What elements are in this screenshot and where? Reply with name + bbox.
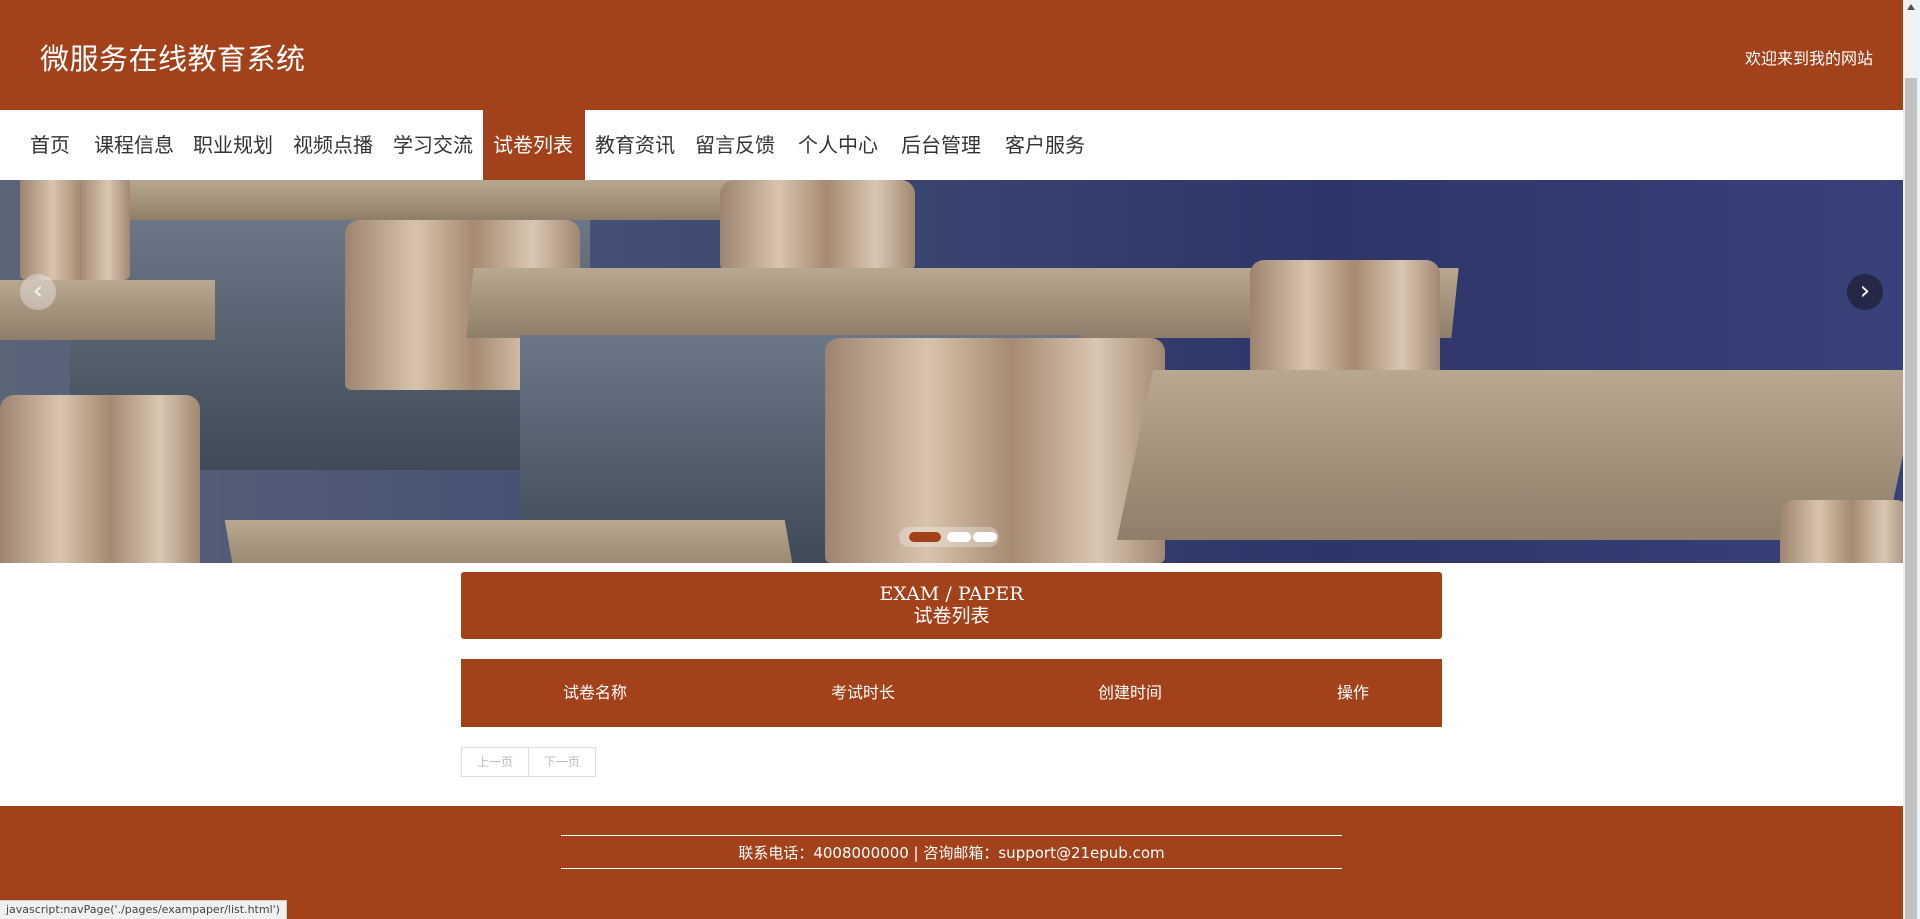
carousel-dot-1[interactable] — [909, 532, 941, 542]
column-header-duration: 考试时长 — [831, 683, 896, 702]
banner-carousel: ‹ › — [0, 180, 1903, 563]
next-page-button[interactable]: 下一页 — [528, 747, 596, 777]
main-nav: 首页 课程信息 职业规划 视频点播 学习交流 试卷列表 教育资讯 留言反馈 个人… — [0, 110, 1903, 180]
prev-page-button[interactable]: 上一页 — [461, 747, 529, 777]
chevron-left-icon: ‹ — [32, 276, 44, 306]
nav-item-video-on-demand[interactable]: 视频点播 — [283, 110, 383, 180]
section-title-en: EXAM / PAPER — [879, 583, 1024, 605]
nav-item-career-planning[interactable]: 职业规划 — [183, 110, 283, 180]
section-title-cn: 试卷列表 — [913, 605, 990, 627]
nav-item-feedback[interactable]: 留言反馈 — [685, 110, 785, 180]
scrollbar-thumb[interactable] — [1905, 78, 1917, 919]
nav-item-customer-service[interactable]: 客户服务 — [995, 110, 1095, 180]
carousel-next-button[interactable]: › — [1847, 274, 1883, 310]
scroll-up-icon[interactable] — [1907, 4, 1915, 10]
footer-contact: 联系电话：4008000000 | 咨询邮箱：support@21epub.co… — [738, 844, 1165, 862]
footer-divider-top — [561, 835, 1342, 836]
nav-item-personal-center[interactable]: 个人中心 — [788, 110, 888, 180]
carousel-dot-3[interactable] — [973, 532, 997, 542]
footer-divider-bottom — [561, 868, 1342, 869]
nav-item-admin[interactable]: 后台管理 — [891, 110, 991, 180]
nav-item-home[interactable]: 首页 — [20, 110, 80, 180]
nav-item-education-news[interactable]: 教育资讯 — [585, 110, 685, 180]
browser-status-url: javascript:navPage('./pages/exampaper/li… — [0, 900, 287, 919]
nav-item-exam-list[interactable]: 试卷列表 — [483, 110, 585, 180]
site-title: 微服务在线教育系统 — [40, 42, 306, 76]
carousel-dot-2[interactable] — [947, 532, 971, 542]
carousel-indicators — [899, 527, 999, 547]
column-header-created-time: 创建时间 — [1098, 683, 1163, 702]
site-header: 微服务在线教育系统 欢迎来到我的网站 — [0, 0, 1903, 110]
nav-item-course-info[interactable]: 课程信息 — [84, 110, 184, 180]
section-title: EXAM / PAPER 试卷列表 — [461, 572, 1442, 639]
chevron-right-icon: › — [1859, 276, 1871, 306]
column-header-paper-name: 试卷名称 — [563, 683, 628, 702]
classroom-image — [0, 180, 1903, 563]
column-header-actions: 操作 — [1337, 683, 1370, 702]
nav-item-learning-exchange[interactable]: 学习交流 — [383, 110, 483, 180]
exam-table-header: 试卷名称 考试时长 创建时间 操作 — [461, 659, 1442, 727]
carousel-prev-button[interactable]: ‹ — [20, 274, 56, 310]
welcome-text: 欢迎来到我的网站 — [1744, 49, 1873, 68]
page-scrollbar[interactable] — [1903, 0, 1920, 919]
